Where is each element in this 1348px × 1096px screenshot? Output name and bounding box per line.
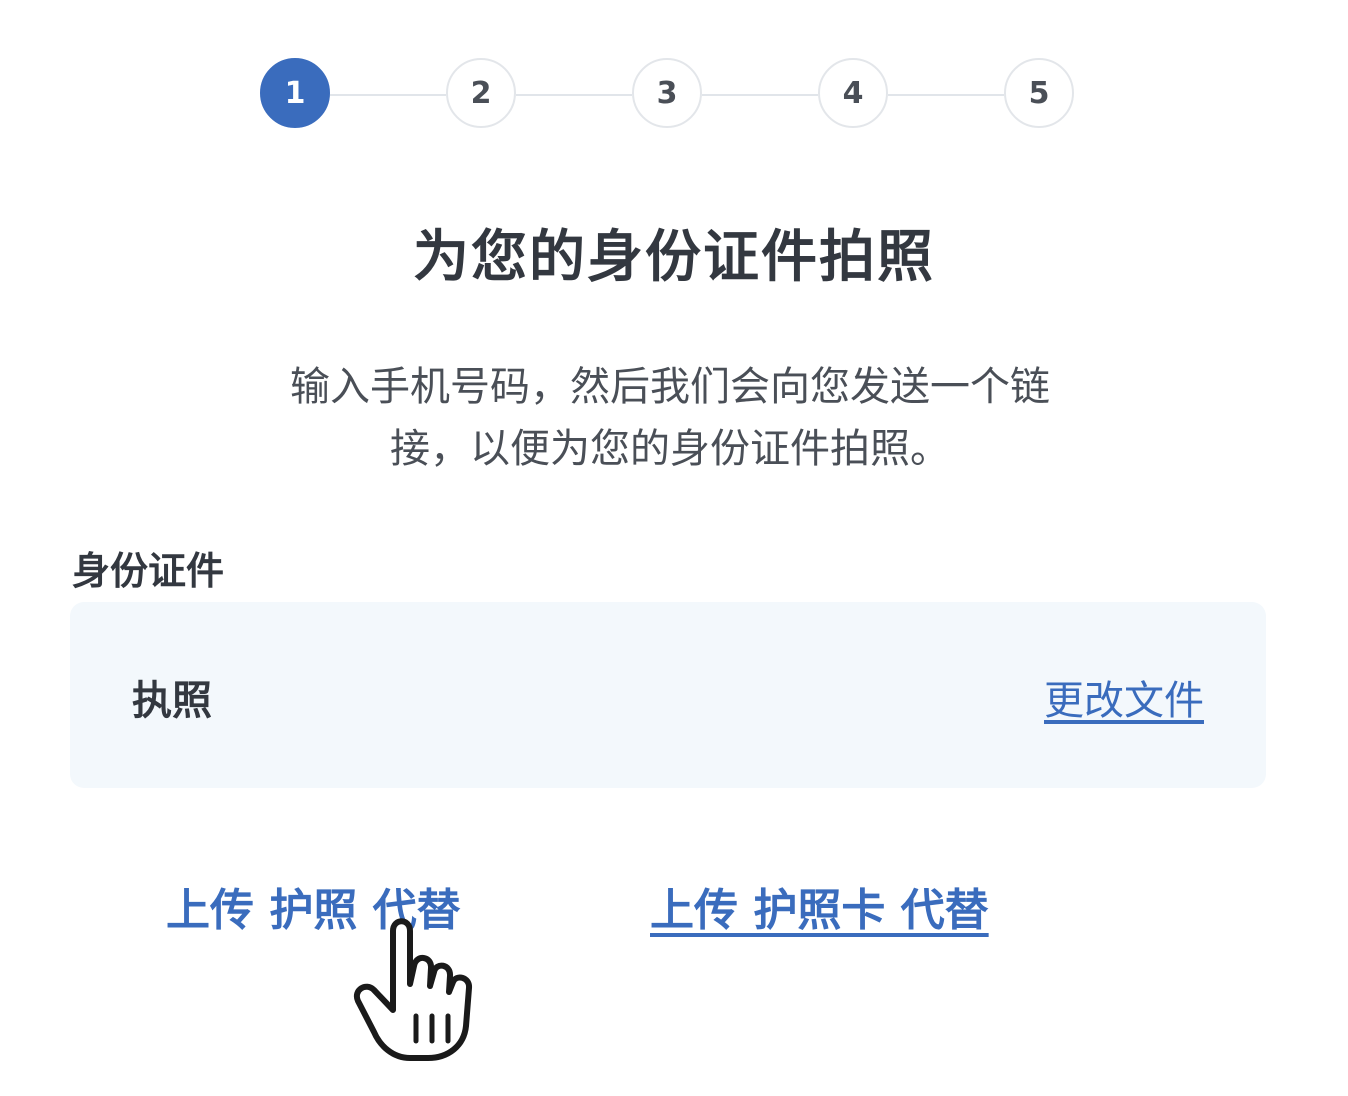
- step-2: 2: [446, 58, 516, 128]
- step-1: 1: [260, 58, 330, 128]
- upload-passport-card-link[interactable]: 上传 护照卡 代替: [650, 874, 989, 938]
- page-description: 输入手机号码，然后我们会向您发送一个链 接，以便为您的身份证件拍照。: [230, 356, 1110, 480]
- description-line-2: 接，以便为您的身份证件拍照。: [390, 426, 950, 472]
- step-connector: [702, 94, 818, 96]
- step-4: 4: [818, 58, 888, 128]
- step-connector: [888, 94, 1004, 96]
- change-document-link[interactable]: 更改文件: [1044, 668, 1204, 726]
- document-field-label: 身份证件: [72, 549, 225, 593]
- step-5: 5: [1004, 58, 1074, 128]
- step-connector: [330, 94, 446, 96]
- hand-pointer-icon: [353, 918, 472, 1061]
- selected-document-value: 执照: [132, 678, 212, 724]
- id-capture-page: 1 2 3 4 5 为您的身份证件拍照 输入手机号码，然后我们会向您发送一个链 …: [0, 0, 1348, 1096]
- step-connector: [516, 94, 632, 96]
- page-title: 为您的身份证件拍照: [413, 225, 935, 290]
- description-line-1: 输入手机号码，然后我们会向您发送一个链: [290, 364, 1050, 410]
- step-3: 3: [632, 58, 702, 128]
- progress-stepper: 1 2 3 4 5: [260, 58, 1076, 132]
